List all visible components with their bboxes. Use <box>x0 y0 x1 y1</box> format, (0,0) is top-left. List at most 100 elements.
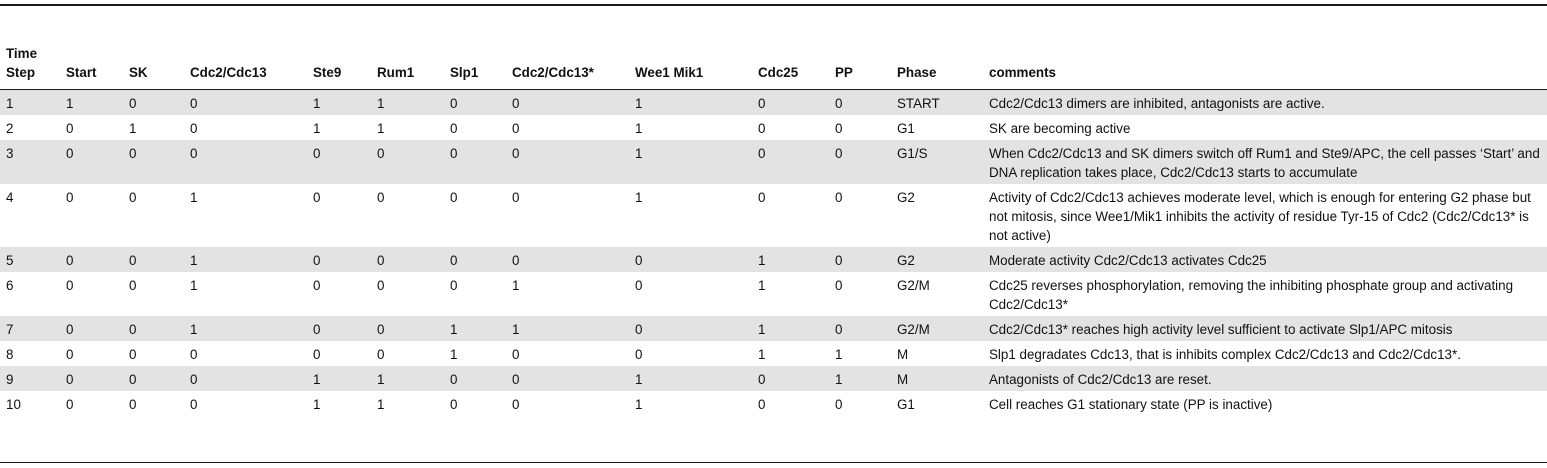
cell-sk: 0 <box>123 366 184 391</box>
cell-sk: 0 <box>129 190 137 205</box>
cell-slp1: 0 <box>444 247 506 272</box>
table-row: 2 0 1 0 1 1 0 0 1 0 0 G1 SK are becoming active <box>0 115 1547 140</box>
table-row: 9 0 0 0 1 1 0 0 1 0 1 M Antagonists of Cdc2/Cdc13 ar… <box>0 366 1547 391</box>
cell-wee1-mik1: 1 <box>629 89 752 115</box>
cell-slp1: 0 <box>450 190 458 205</box>
cell-cycle-table: Time Step Start SK Cdc2/Cdc13 Ste9 Rum1 … <box>0 42 1547 416</box>
table-row: 8 0 0 0 0 0 1 0 0 1 1 M Slp1 degradates Cdc13, that … <box>0 341 1547 366</box>
cell-cdc25: 0 <box>758 397 766 412</box>
cell-slp1: 0 <box>444 140 506 184</box>
header-rum1: Rum1 <box>377 65 415 80</box>
cell-comment: Slp1 degradates Cdc13, that is inhibits … <box>989 347 1461 362</box>
cell-ste9: 0 <box>307 247 371 272</box>
bottom-rule <box>0 462 1547 463</box>
cell-cdc25: 0 <box>752 140 829 184</box>
header-ste9: Ste9 <box>313 65 342 80</box>
cell-cdc2-cdc13-star: 0 <box>506 366 629 391</box>
cell-ste9: 0 <box>307 140 371 184</box>
cell-rum1: 0 <box>377 278 385 293</box>
cell-cdc2-cdc13: 1 <box>184 247 307 272</box>
cell-pp: 0 <box>829 89 891 115</box>
cell-cdc2-cdc13: 0 <box>184 140 307 184</box>
cell-start: 0 <box>60 140 123 184</box>
table-row: 7 0 0 1 0 0 1 1 0 1 0 G2/M Cdc2/Cdc13* reaches high … <box>0 316 1547 341</box>
cell-start: 0 <box>60 247 123 272</box>
header-pp: PP <box>835 65 853 80</box>
cell-ste9: 0 <box>307 316 371 341</box>
cell-ste9: 0 <box>313 278 321 293</box>
cell-cdc2-cdc13-star: 0 <box>506 247 629 272</box>
cell-rum1: 0 <box>371 247 444 272</box>
cell-phase: M <box>897 347 909 362</box>
cell-cdc2-cdc13-star: 0 <box>512 121 520 136</box>
cell-start: 0 <box>60 366 123 391</box>
cell-time-step: 3 <box>0 140 60 184</box>
cell-time-step: 10 <box>6 397 21 412</box>
cell-slp1: 0 <box>444 366 506 391</box>
cell-sk: 0 <box>129 347 137 362</box>
cell-pp: 0 <box>829 140 891 184</box>
table-row: 1 1 0 0 1 1 0 0 1 0 0 START Cdc2/Cdc13 dimers are in… <box>0 89 1547 115</box>
cell-pp: 1 <box>835 347 843 362</box>
cell-pp: 0 <box>835 397 843 412</box>
cell-cdc25: 0 <box>752 89 829 115</box>
cell-cdc25: 0 <box>758 190 766 205</box>
top-rule <box>0 4 1547 6</box>
cell-cdc25: 1 <box>752 316 829 341</box>
cell-comment: Antagonists of Cdc2/Cdc13 are reset. <box>983 366 1547 391</box>
cell-cdc2-cdc13: 1 <box>184 316 307 341</box>
cell-phase: G1 <box>897 121 915 136</box>
cell-cdc25: 0 <box>758 121 766 136</box>
cell-slp1: 0 <box>450 278 458 293</box>
cell-cdc2-cdc13-star: 0 <box>512 190 520 205</box>
cell-cdc2-cdc13-star: 0 <box>506 89 629 115</box>
cell-start: 0 <box>66 347 74 362</box>
header-time-step: Time Step <box>6 46 38 80</box>
header-cdc2-cdc13-star: Cdc2/Cdc13* <box>512 65 594 80</box>
cell-phase: G2 <box>897 190 915 205</box>
cell-wee1-mik1: 1 <box>635 121 643 136</box>
cell-time-step: 8 <box>6 347 14 362</box>
cell-slp1: 1 <box>444 316 506 341</box>
table-page: Time Step Start SK Cdc2/Cdc13 Ste9 Rum1 … <box>0 0 1547 468</box>
cell-rum1: 1 <box>377 121 385 136</box>
cell-comment: Cdc2/Cdc13 dimers are inhibited, antagon… <box>983 89 1547 115</box>
cell-rum1: 0 <box>377 190 385 205</box>
cell-rum1: 1 <box>377 397 385 412</box>
table-row: 3 0 0 0 0 0 0 0 1 0 0 G1/S When Cdc2/Cdc13 and SK di… <box>0 140 1547 184</box>
cell-ste9: 0 <box>313 190 321 205</box>
cell-phase: M <box>891 366 983 391</box>
cell-wee1-mik1: 0 <box>635 278 643 293</box>
cell-comment: Cdc25 reverses phosphorylation, removing… <box>989 278 1514 312</box>
cell-phase: G2/M <box>891 316 983 341</box>
table-body: 1 1 0 0 1 1 0 0 1 0 0 START Cdc2/Cdc13 dimers are in… <box>0 89 1547 417</box>
cell-slp1: 0 <box>444 89 506 115</box>
cell-phase: G2 <box>891 247 983 272</box>
header-row: Time Step Start SK Cdc2/Cdc13 Ste9 Rum1 … <box>0 42 1547 90</box>
cell-rum1: 0 <box>371 316 444 341</box>
cell-time-step: 6 <box>6 278 14 293</box>
header-cdc25: Cdc25 <box>758 65 799 80</box>
cell-comment: Cell reaches G1 stationary state (PP is … <box>989 397 1273 412</box>
cell-rum1: 1 <box>371 89 444 115</box>
cell-cdc2-cdc13-star: 0 <box>512 347 520 362</box>
cell-sk: 0 <box>129 397 137 412</box>
cell-start: 0 <box>66 190 74 205</box>
cell-time-step: 9 <box>0 366 60 391</box>
cell-start: 0 <box>60 316 123 341</box>
header-phase: Phase <box>897 65 937 80</box>
cell-comment: Activity of Cdc2/Cdc13 achieves moderate… <box>989 190 1531 243</box>
cell-wee1-mik1: 0 <box>629 316 752 341</box>
cell-cdc25: 0 <box>752 366 829 391</box>
cell-rum1: 0 <box>377 347 385 362</box>
header-comments: comments <box>989 65 1056 80</box>
header-cdc2-cdc13: Cdc2/Cdc13 <box>190 65 267 80</box>
cell-cdc2-cdc13-star: 0 <box>512 397 520 412</box>
cell-cdc25: 1 <box>758 347 766 362</box>
cell-pp: 0 <box>835 121 843 136</box>
cell-pp: 0 <box>829 316 891 341</box>
cell-phase: G1/S <box>891 140 983 184</box>
cell-cdc2-cdc13-star: 1 <box>506 316 629 341</box>
cell-ste9: 1 <box>307 89 371 115</box>
cell-time-step: 4 <box>6 190 14 205</box>
